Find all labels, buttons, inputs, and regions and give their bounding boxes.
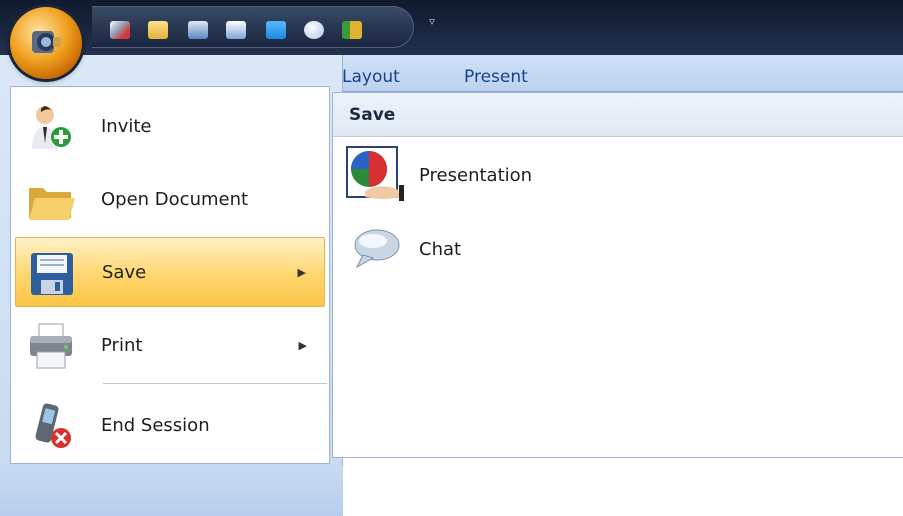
application-menu-items: Invite Open Document Save ▶ Print ▶ End … <box>10 86 330 464</box>
menu-item-invite[interactable]: Invite <box>15 91 325 161</box>
submenu-arrow-icon: ▶ <box>298 338 307 352</box>
menu-item-print[interactable]: Print ▶ <box>15 310 325 380</box>
chat-bubble-icon <box>354 229 400 269</box>
menu-item-open-document[interactable]: Open Document <box>15 164 325 234</box>
submenu-arrow-icon: ▶ <box>297 265 306 279</box>
pen-icon[interactable] <box>110 21 130 39</box>
menu-item-label: Save <box>102 261 147 283</box>
camera-icon <box>32 31 61 53</box>
submenu-title: Save <box>349 105 396 125</box>
quick-access-toolbar <box>92 6 414 48</box>
qat-customize-icon[interactable]: ▿ <box>425 13 439 31</box>
folder-open-icon <box>29 188 75 220</box>
chat-icon[interactable] <box>304 21 324 39</box>
menu-item-save[interactable]: Save ▶ <box>15 237 325 307</box>
invite-user-icon <box>32 106 71 149</box>
whiteboard-icon[interactable] <box>188 21 208 39</box>
app-window: ▿ Layout Present Invite Open Document Sa… <box>0 0 903 516</box>
submenu-item-label: Chat <box>419 239 462 260</box>
application-menu-button[interactable] <box>10 7 82 79</box>
tab-present[interactable]: Present <box>464 67 528 87</box>
save-submenu: Save Presentation Chat <box>332 92 903 458</box>
tab-layout[interactable]: Layout <box>342 67 400 87</box>
presentation-icon <box>346 146 404 201</box>
menu-item-end-session[interactable]: End Session <box>15 390 325 460</box>
menu-item-label: Invite <box>101 115 152 137</box>
title-bar: ▿ <box>0 0 903 55</box>
application-menu-footer <box>0 466 343 516</box>
folder-icon[interactable] <box>148 21 168 39</box>
monitor-icon[interactable] <box>266 21 286 39</box>
menu-item-label: Print <box>101 334 143 356</box>
submenu-item-presentation[interactable]: Presentation <box>345 145 885 205</box>
exit-icon[interactable] <box>342 21 362 39</box>
printer-icon <box>30 323 72 369</box>
submenu-item-label: Presentation <box>419 165 533 186</box>
menu-separator <box>103 383 327 384</box>
menu-item-label: End Session <box>101 414 210 436</box>
end-session-phone-icon <box>35 403 71 448</box>
slide-icon[interactable] <box>226 21 246 39</box>
menu-item-label: Open Document <box>101 188 249 210</box>
submenu-item-chat[interactable]: Chat <box>345 219 885 279</box>
floppy-disk-icon <box>31 253 73 295</box>
submenu-header: Save <box>333 93 903 137</box>
